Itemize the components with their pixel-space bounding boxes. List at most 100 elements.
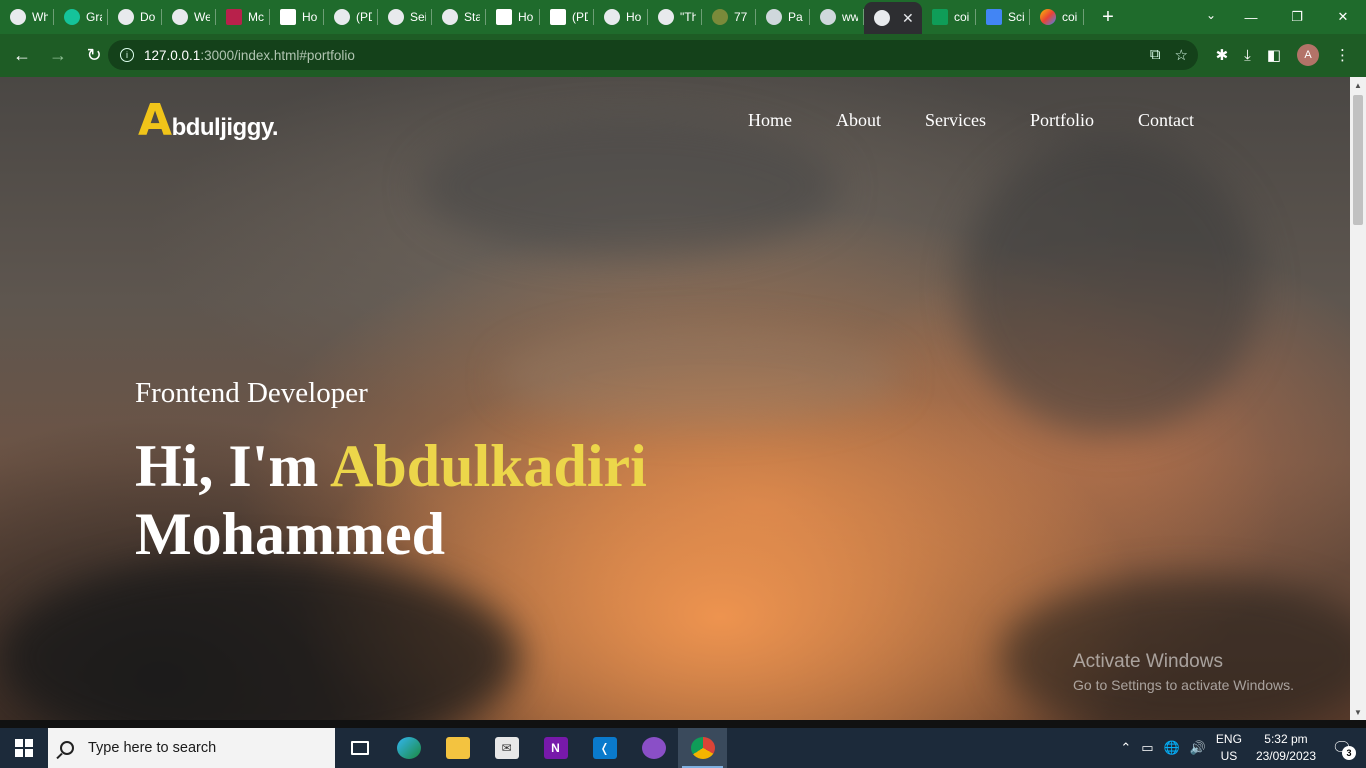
forward-button[interactable]: → — [42, 40, 74, 72]
browser-tab[interactable]: (PD — [540, 0, 594, 34]
close-tab-icon[interactable]: ✕ — [902, 10, 914, 27]
site-info-icon[interactable]: i — [120, 48, 134, 62]
show-hidden-icons-icon[interactable]: ⌃ — [1120, 740, 1131, 756]
vscode-app[interactable]: ❬ — [580, 728, 629, 768]
browser-tab[interactable]: (PD — [324, 0, 378, 34]
chrome-app[interactable] — [678, 728, 727, 768]
tab-label: (PD — [356, 10, 372, 24]
windows-logo-icon — [15, 739, 33, 757]
globe-icon — [442, 9, 458, 25]
browser-tab[interactable]: Do — [108, 0, 162, 34]
tab-label: Sci — [1008, 10, 1024, 24]
url-text: 127.0.0.1:3000/index.html#portfolio — [144, 48, 355, 63]
browser-tab[interactable]: Mc — [216, 0, 270, 34]
share-icon[interactable]: ⧉ — [1150, 46, 1161, 64]
new-tab-button[interactable]: + — [1096, 6, 1120, 29]
tab-label: Mc — [248, 10, 264, 24]
globe-icon — [874, 10, 890, 26]
notification-center-icon[interactable]: 🗨3 — [1330, 728, 1356, 768]
mail-app[interactable]: ✉ — [482, 728, 531, 768]
globe-icon — [172, 9, 188, 25]
bookmark-star-icon[interactable]: ☆ — [1175, 46, 1188, 64]
chrome-icon — [690, 737, 715, 759]
tab-label: Wh — [32, 10, 48, 24]
scrollbar-thumb[interactable] — [1353, 95, 1363, 225]
back-button[interactable]: ← — [6, 40, 38, 72]
nav-contact[interactable]: Contact — [1138, 110, 1194, 131]
globe-icon — [388, 9, 404, 25]
browser-tab[interactable]: Sta — [432, 0, 486, 34]
start-button[interactable] — [0, 728, 48, 768]
browser-tab[interactable]: Sei — [378, 0, 432, 34]
browser-tab[interactable]: Sci — [976, 0, 1030, 34]
browser-tab[interactable]: We — [162, 0, 216, 34]
minimize-icon[interactable]: — — [1228, 10, 1274, 25]
nav-services[interactable]: Services — [925, 110, 986, 131]
cloud-shape — [960, 137, 1260, 437]
side-panel-icon[interactable]: ◧ — [1267, 46, 1281, 64]
task-view-button[interactable] — [335, 728, 384, 768]
profile-avatar[interactable]: A — [1297, 44, 1319, 66]
globe-icon — [604, 9, 620, 25]
nav-portfolio[interactable]: Portfolio — [1030, 110, 1094, 131]
edge-app[interactable] — [384, 728, 433, 768]
pa-icon — [766, 9, 782, 25]
site-logo[interactable]: Abduljiggy. — [138, 95, 279, 146]
address-bar[interactable]: i 127.0.0.1:3000/index.html#portfolio ⧉ … — [108, 40, 1198, 70]
windows-taskbar: Type here to search ✉ N ❬ ⌃ ▭ 🌐 🔊 ENG US… — [0, 728, 1366, 768]
browser-tab[interactable]: Ho — [594, 0, 648, 34]
clock[interactable]: 5:32 pm 23/09/2023 — [1256, 731, 1316, 765]
browser-tab[interactable]: Ho — [486, 0, 540, 34]
logo-initial: A — [138, 95, 172, 146]
browser-tab[interactable]: "Th — [648, 0, 702, 34]
task-view-icon — [350, 741, 369, 755]
researchgate-icon — [550, 9, 566, 25]
onenote-app[interactable]: N — [531, 728, 580, 768]
notification-count: 3 — [1342, 746, 1356, 760]
restore-icon[interactable]: ❐ — [1274, 9, 1320, 25]
hero-greeting: Hi, I'm — [135, 433, 331, 499]
watermark-subtitle: Go to Settings to activate Windows. — [1073, 677, 1294, 693]
download-icon[interactable]: ⤓ — [1244, 47, 1251, 64]
browser-tab[interactable]: coi — [922, 0, 976, 34]
reload-button[interactable]: ↻ — [78, 40, 110, 72]
taskbar-search[interactable]: Type here to search — [48, 728, 335, 768]
network-globe-icon[interactable]: 🌐 — [1164, 740, 1180, 756]
cloud-shape — [500, 327, 900, 427]
scroll-up-arrow-icon[interactable]: ▲ — [1350, 77, 1366, 93]
onenote-icon: N — [543, 737, 568, 759]
tab-label: Pa — [788, 10, 803, 24]
close-window-icon[interactable]: ✕ — [1320, 9, 1366, 25]
browser-tab[interactable]: Pa — [756, 0, 810, 34]
github-app[interactable] — [629, 728, 678, 768]
browser-tab[interactable]: ww — [810, 0, 864, 34]
nav-about[interactable]: About — [836, 110, 881, 131]
browser-tab[interactable]: Ho — [270, 0, 324, 34]
vscode-icon: ❬ — [592, 737, 617, 759]
github-icon — [641, 737, 666, 759]
nav-home[interactable]: Home — [748, 110, 792, 131]
seal-icon — [712, 9, 728, 25]
browser-tab[interactable]: Wh — [0, 0, 54, 34]
menu-kebab-icon[interactable]: ⋮ — [1335, 46, 1350, 64]
active-browser-tab[interactable]: ✕ — [864, 2, 922, 34]
sheet-icon — [496, 9, 512, 25]
browser-tab[interactable]: coi — [1030, 0, 1084, 34]
file-explorer-app[interactable] — [433, 728, 482, 768]
extensions-icon[interactable]: ✱ — [1216, 46, 1229, 64]
tab-label: Ho — [302, 10, 318, 24]
hero-role: Frontend Developer — [135, 377, 368, 409]
browser-toolbar: ← → ↻ i 127.0.0.1:3000/index.html#portfo… — [0, 34, 1366, 77]
volume-icon[interactable]: 🔊 — [1190, 740, 1206, 756]
url-host: 127.0.0.1 — [144, 47, 201, 63]
battery-icon[interactable]: ▭ — [1141, 740, 1153, 756]
language-indicator[interactable]: ENG US — [1216, 731, 1242, 765]
browser-tab[interactable]: 77 — [702, 0, 756, 34]
tab-search-icon[interactable]: ⌄ — [1206, 8, 1216, 22]
browser-tab[interactable]: Gra — [54, 0, 108, 34]
page-scrollbar[interactable]: ▲ ▼ — [1350, 77, 1366, 720]
delta-icon — [226, 9, 242, 25]
scroll-down-arrow-icon[interactable]: ▼ — [1350, 704, 1366, 720]
tab-label: We — [194, 10, 210, 24]
system-tray: ⌃ ▭ 🌐 🔊 ENG US 5:32 pm 23/09/2023 🗨3 — [1120, 728, 1366, 768]
